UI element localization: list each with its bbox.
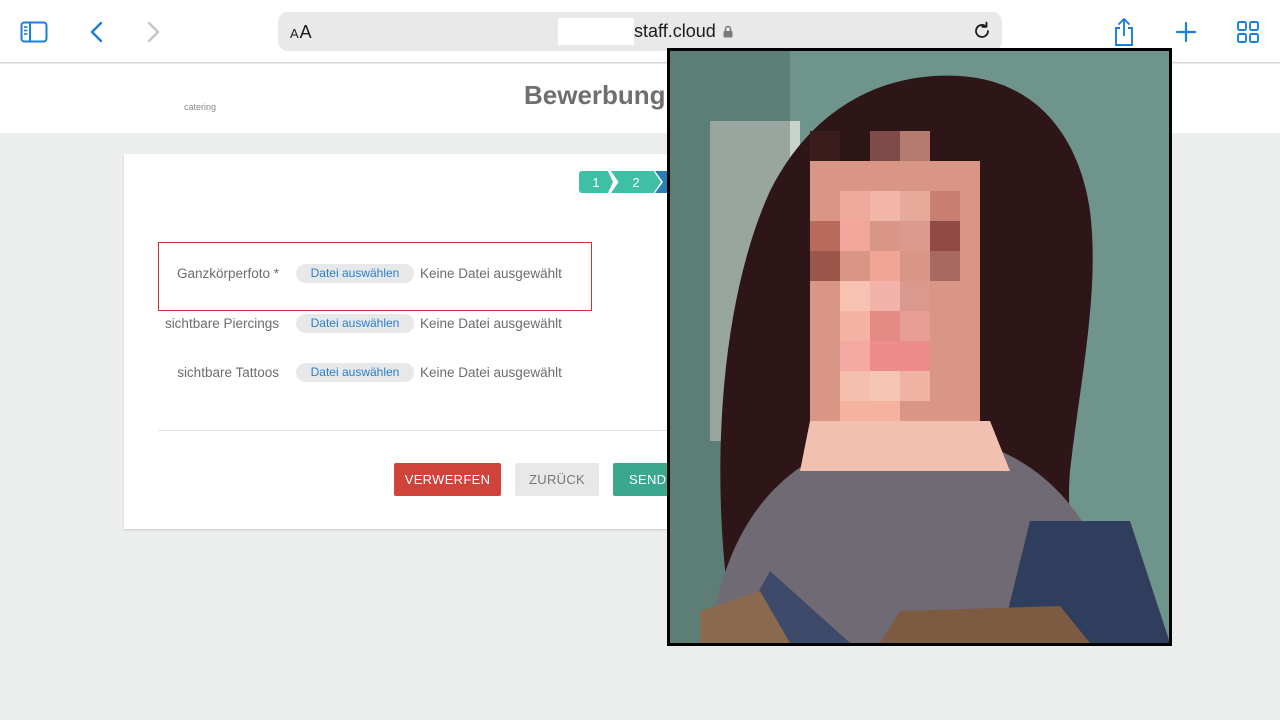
lock-icon [723, 25, 733, 38]
upload-row-full-body-photo: Ganzkörperfoto * Datei auswählen Keine D… [124, 262, 724, 284]
forward-chevron-icon[interactable] [142, 14, 166, 50]
url-redaction [558, 18, 634, 45]
overlay-photo [667, 48, 1172, 646]
portrait-photo [670, 51, 1169, 643]
choose-file-button[interactable]: Datei auswählen [296, 263, 414, 283]
step-progress: 1 2 [579, 171, 675, 193]
plus-icon[interactable] [1172, 14, 1200, 50]
discard-button[interactable]: VERWERFEN [394, 463, 501, 496]
upload-label: sichtbare Piercings [164, 315, 279, 331]
file-status: Keine Datei ausgewählt [420, 315, 562, 331]
company-logo: catering [184, 102, 217, 112]
url-display[interactable]: staff.cloud [558, 18, 733, 45]
file-status: Keine Datei ausgewählt [420, 265, 562, 281]
reader-text-size-button[interactable]: AA [290, 22, 313, 43]
upload-row-tattoos: sichtbare Tattoos Datei auswählen Keine … [124, 361, 724, 383]
page-title: Bewerbung [524, 80, 666, 110]
upload-row-piercings: sichtbare Piercings Datei auswählen Kein… [124, 312, 724, 334]
upload-label: sichtbare Tattoos [177, 364, 279, 380]
form-divider [158, 430, 698, 431]
address-bar[interactable]: AA staff.cloud [278, 12, 1002, 51]
tabs-grid-icon[interactable] [1234, 14, 1262, 50]
sidebar-icon[interactable] [18, 14, 50, 50]
url-text: staff.cloud [634, 21, 716, 41]
step-1[interactable]: 1 [579, 171, 613, 193]
file-status: Keine Datei ausgewählt [420, 364, 562, 380]
choose-file-button[interactable]: Datei auswählen [296, 362, 414, 382]
application-form-card: 1 2 Ganzkörperfoto * Datei auswählen Kei… [124, 154, 724, 529]
reload-icon[interactable] [972, 21, 992, 45]
choose-file-button[interactable]: Datei auswählen [296, 313, 414, 333]
pixelated-face [810, 131, 980, 421]
back-button[interactable]: ZURÜCK [515, 463, 599, 496]
step-2[interactable]: 2 [611, 171, 661, 193]
back-chevron-icon[interactable] [84, 14, 108, 50]
upload-label: Ganzkörperfoto * [176, 265, 279, 281]
share-icon[interactable] [1110, 14, 1138, 50]
